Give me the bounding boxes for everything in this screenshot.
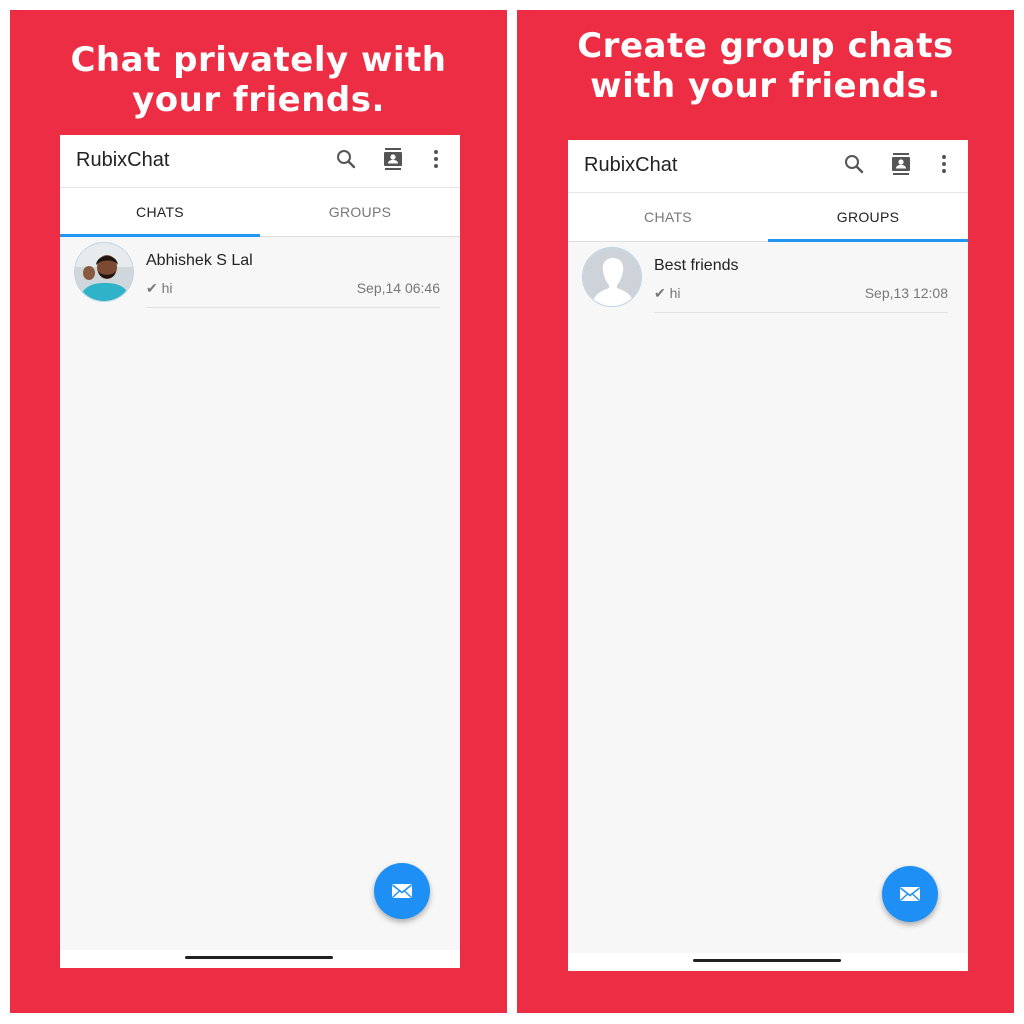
more-vert-icon[interactable] xyxy=(424,147,448,171)
divider xyxy=(146,307,440,308)
search-icon[interactable] xyxy=(842,152,866,176)
group-name: Best friends xyxy=(654,257,739,274)
system-nav-bar xyxy=(60,950,460,968)
user-photo-icon xyxy=(75,243,133,301)
app-bar: RubixChat xyxy=(568,140,968,193)
headline: Create group chats with your friends. xyxy=(517,26,1014,106)
last-message: ✔ hi xyxy=(654,285,681,301)
headline-line-2: your friends. xyxy=(132,80,385,120)
envelope-icon xyxy=(900,887,920,902)
last-message: ✔ hi xyxy=(146,280,173,296)
avatar xyxy=(74,242,134,302)
promo-panel-chats: Chat privately with your friends. RubixC… xyxy=(10,10,507,1013)
contacts-icon[interactable] xyxy=(381,147,405,171)
divider xyxy=(654,312,948,313)
headline-line-2: with your friends. xyxy=(590,66,941,106)
phone-screen: RubixChat CHATS GROUPS Abhishek S Lal ✔ … xyxy=(60,135,460,968)
contacts-icon[interactable] xyxy=(889,152,913,176)
home-indicator[interactable] xyxy=(185,956,333,959)
chat-list-item[interactable]: Abhishek S Lal ✔ hi Sep,14 06:46 xyxy=(60,237,460,309)
tab-groups[interactable]: GROUPS xyxy=(768,193,968,242)
message-timestamp: Sep,13 12:08 xyxy=(864,285,948,301)
envelope-icon xyxy=(392,884,412,899)
tab-groups[interactable]: GROUPS xyxy=(260,188,460,236)
headline-line-1: Chat privately with xyxy=(70,40,447,80)
search-icon[interactable] xyxy=(334,147,358,171)
app-bar: RubixChat xyxy=(60,135,460,188)
more-vert-icon[interactable] xyxy=(932,152,956,176)
tab-chats[interactable]: CHATS xyxy=(60,188,260,237)
tab-chats[interactable]: CHATS xyxy=(568,193,768,241)
new-message-button[interactable] xyxy=(374,863,430,919)
message-timestamp: Sep,14 06:46 xyxy=(356,280,440,296)
home-indicator[interactable] xyxy=(693,959,841,962)
tab-bar: CHATS GROUPS xyxy=(568,193,968,242)
headline-line-1: Create group chats xyxy=(577,26,954,66)
headline: Chat privately with your friends. xyxy=(10,40,507,120)
app-title: RubixChat xyxy=(584,154,678,176)
new-message-button[interactable] xyxy=(882,866,938,922)
contact-name: Abhishek S Lal xyxy=(146,252,253,269)
system-nav-bar xyxy=(568,953,968,971)
app-title: RubixChat xyxy=(76,149,170,171)
placeholder-silhouette-icon xyxy=(583,248,641,306)
avatar xyxy=(582,247,642,307)
phone-screen: RubixChat CHATS GROUPS Best friends ✔ hi… xyxy=(568,140,968,971)
tab-bar: CHATS GROUPS xyxy=(60,188,460,237)
group-list-item[interactable]: Best friends ✔ hi Sep,13 12:08 xyxy=(568,242,968,314)
promo-panel-groups: Create group chats with your friends. Ru… xyxy=(517,10,1014,1013)
